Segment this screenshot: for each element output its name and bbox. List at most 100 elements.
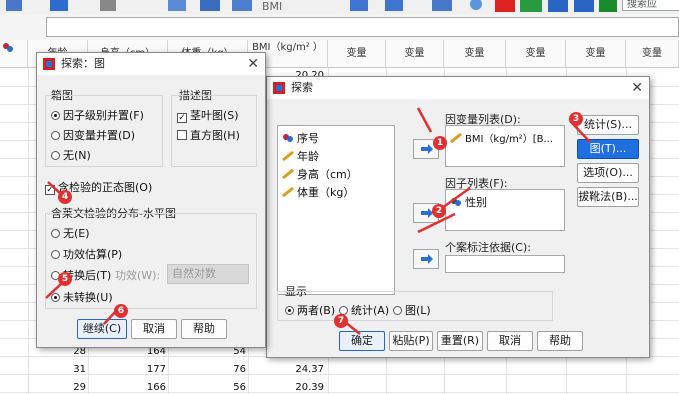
radio-label: 因子级别并置(F) bbox=[63, 109, 144, 122]
list-item[interactable]: 身高（cm） bbox=[282, 166, 358, 182]
continue-button[interactable]: 继续(C) bbox=[77, 319, 127, 339]
checkbox-label: 含检验的正态图(O) bbox=[58, 181, 153, 194]
options-button[interactable]: 选项(O)... bbox=[577, 163, 639, 183]
col-header-var[interactable]: 变量 bbox=[506, 40, 566, 68]
levene-power-estimate-radio[interactable]: 功效估算(P) bbox=[51, 246, 122, 262]
grid-icon bbox=[200, 0, 220, 11]
boxplot-factor-radio[interactable]: 因子级别并置(F) bbox=[51, 107, 144, 123]
list-item[interactable]: 序号 bbox=[282, 130, 319, 146]
plots-dialog-title: 探索：图 ✕ bbox=[37, 53, 265, 75]
radio-label: 未转换(U) bbox=[63, 291, 113, 304]
radio-label: 统计(A) bbox=[351, 304, 390, 317]
case-label-field[interactable] bbox=[445, 255, 565, 273]
power-select-value: 自然对数 bbox=[172, 267, 216, 280]
col-header-var[interactable]: 变量 bbox=[444, 40, 506, 68]
help-button[interactable]: 帮助 bbox=[181, 319, 227, 339]
dialog-title-text: 探索 bbox=[291, 81, 313, 94]
vars-icon bbox=[574, 0, 594, 12]
help-button[interactable]: 帮助 bbox=[537, 331, 583, 351]
list-item-label: 体重（kg） bbox=[297, 186, 355, 199]
step-badge: 6 bbox=[114, 304, 128, 318]
col-header-var[interactable]: 变量 bbox=[328, 40, 386, 68]
table-cell[interactable]: 166 bbox=[130, 382, 166, 393]
chart-icon bbox=[495, 0, 515, 12]
levene-none-radio[interactable]: 无(E) bbox=[51, 225, 90, 241]
factor-list[interactable]: 性别 bbox=[445, 189, 565, 231]
stemleaf-checkbox[interactable]: ✓ 茎叶图(S) bbox=[177, 107, 239, 123]
table-cell[interactable]: 56 bbox=[210, 382, 246, 393]
step-badge: 7 bbox=[334, 314, 348, 328]
close-icon[interactable]: ✕ bbox=[631, 77, 643, 99]
checkbox-label: 直方图(H) bbox=[190, 129, 240, 142]
table-icon bbox=[168, 0, 186, 11]
app-icon bbox=[43, 58, 55, 70]
display-stats-radio[interactable]: 统计(A) bbox=[339, 302, 389, 318]
cancel-button[interactable]: 取消 bbox=[131, 319, 177, 339]
explore-dialog: 探索 ✕ 序号 年龄 身高（cm） 体重（kg） 因变量列表(D): BMI（k… bbox=[266, 76, 650, 358]
display-plots-radio[interactable]: 图(L) bbox=[393, 302, 431, 318]
histogram-checkbox[interactable]: 直方图(H) bbox=[177, 127, 240, 143]
checkbox-label: 茎叶图(S) bbox=[190, 109, 239, 122]
col-header-var[interactable]: 变量 bbox=[566, 40, 626, 68]
plots-button[interactable]: 图(T)... bbox=[577, 139, 639, 159]
table-cell[interactable]: 31 bbox=[60, 364, 86, 375]
power-label: 功效(W): bbox=[115, 269, 161, 282]
explore-dialog-title: 探索 ✕ bbox=[267, 77, 649, 99]
dialog-title-text: 探索：图 bbox=[61, 57, 105, 70]
statistics-button[interactable]: 统计(S)... bbox=[577, 115, 639, 135]
ok-button[interactable]: 确定 bbox=[339, 331, 385, 351]
boxplot-none-radio[interactable]: 无(N) bbox=[51, 147, 91, 163]
cell-value-input[interactable] bbox=[46, 17, 679, 37]
table-cell[interactable]: 177 bbox=[130, 364, 166, 375]
list-item[interactable]: BMI（kg/m²）[B... bbox=[450, 130, 553, 145]
row-header-corner bbox=[0, 40, 28, 68]
print-icon bbox=[100, 0, 116, 11]
cancel-button[interactable]: 取消 bbox=[487, 331, 533, 351]
case-label-label: 个案标注依据(C): bbox=[445, 241, 531, 254]
step-badge: 1 bbox=[433, 136, 447, 150]
svg-text:BMI: BMI bbox=[262, 0, 282, 13]
radio-label: 因变量并置(D) bbox=[63, 129, 136, 142]
list-item-label: 序号 bbox=[297, 132, 319, 145]
source-variable-list[interactable]: 序号 年龄 身高（cm） 体重（kg） bbox=[277, 125, 395, 295]
step-badge: 3 bbox=[569, 112, 583, 126]
radio-label: 功效估算(P) bbox=[63, 248, 123, 261]
list-item-label: 年龄 bbox=[297, 150, 319, 163]
col-header-var[interactable]: 变量 bbox=[626, 40, 679, 68]
col-header-label: 变量 bbox=[404, 48, 425, 59]
list-item-label: 性别 bbox=[465, 196, 487, 209]
table-cell[interactable]: 76 bbox=[210, 364, 246, 375]
list-item[interactable]: 年龄 bbox=[282, 148, 319, 164]
power-select[interactable]: 自然对数 bbox=[167, 264, 249, 284]
table-cell[interactable]: 29 bbox=[60, 382, 86, 393]
display-both-radio[interactable]: 两者(B) bbox=[285, 302, 335, 318]
reset-button[interactable]: 重置(R) bbox=[437, 331, 483, 351]
dependent-list[interactable]: BMI（kg/m²）[B... bbox=[445, 125, 565, 167]
list-item[interactable]: 性别 bbox=[450, 194, 487, 210]
boxplot-dependent-radio[interactable]: 因变量并置(D) bbox=[51, 127, 135, 143]
move-to-label-button[interactable] bbox=[413, 249, 439, 269]
bootstrap-button[interactable]: 拔靴法(B)... bbox=[577, 187, 639, 207]
add-icon bbox=[599, 0, 617, 12]
levene-untransformed-radio[interactable]: 未转换(U) bbox=[51, 289, 113, 305]
search-placeholder: 搜索应 bbox=[627, 0, 657, 10]
value-labels-icon bbox=[470, 0, 482, 10]
step-badge: 5 bbox=[58, 272, 72, 286]
select-icon bbox=[432, 0, 452, 11]
col-header-var[interactable]: 变量 bbox=[386, 40, 444, 68]
table-cell[interactable]: 20.39 bbox=[280, 382, 324, 393]
cell-editor-bar bbox=[0, 14, 679, 41]
toolbar: BMI 搜索应 bbox=[0, 0, 679, 15]
split-icon bbox=[350, 0, 368, 11]
radio-label: 无(N) bbox=[63, 149, 91, 162]
list-item-label: BMI（kg/m²）[B... bbox=[465, 134, 553, 145]
step-badge: 4 bbox=[58, 190, 72, 204]
list-item[interactable]: 体重（kg） bbox=[282, 184, 354, 200]
app-icon bbox=[273, 82, 285, 94]
list-item-label: 身高（cm） bbox=[297, 168, 358, 181]
search-input[interactable]: 搜索应 bbox=[622, 0, 679, 11]
sets-icon bbox=[548, 0, 568, 12]
close-icon[interactable]: ✕ bbox=[247, 53, 259, 75]
table-cell[interactable]: 24.37 bbox=[280, 364, 324, 375]
paste-button[interactable]: 粘贴(P) bbox=[389, 331, 433, 351]
